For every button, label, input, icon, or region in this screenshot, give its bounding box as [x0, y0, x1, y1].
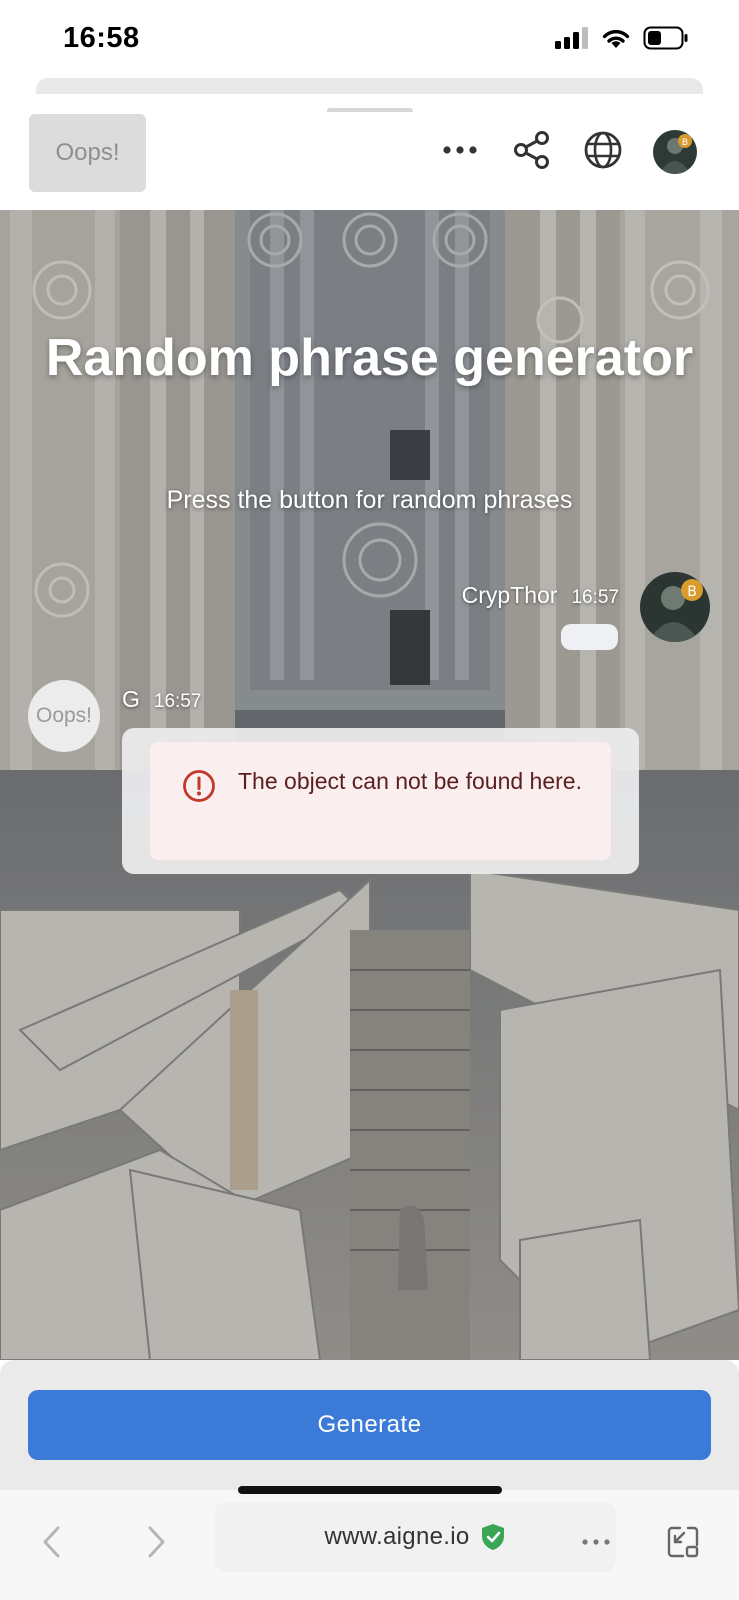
verified-icon	[481, 1524, 504, 1550]
bot-message-card: The object can not be found here.	[122, 728, 639, 874]
status-bar: 16:58	[0, 0, 739, 80]
bot-message-time: 16:57	[153, 691, 202, 712]
page-subtitle: Press the button for random phrases	[166, 486, 573, 514]
minimize-icon	[667, 1526, 699, 1558]
error-message: The object can not be found here.	[238, 768, 582, 794]
browser-toolbar: www.aigne.io	[0, 1490, 739, 1600]
status-icons	[555, 26, 689, 50]
url-text: www.aigne.io	[324, 1523, 470, 1550]
home-indicator[interactable]	[238, 1486, 502, 1494]
user-message-time: 16:57	[571, 587, 619, 608]
bot-message-meta: G 16:57	[122, 686, 201, 713]
svg-text:B: B	[682, 138, 688, 148]
svg-text:B: B	[687, 584, 697, 600]
minimize-button[interactable]	[663, 1522, 703, 1562]
app-header: Oops! B	[0, 112, 739, 210]
more-options-button[interactable]	[436, 126, 484, 174]
battery-icon	[643, 26, 688, 50]
share-icon	[514, 131, 549, 169]
wifi-icon	[602, 29, 630, 48]
bot-name: G	[122, 686, 140, 712]
language-button[interactable]	[579, 126, 627, 174]
share-button[interactable]	[508, 126, 556, 174]
generate-button[interactable]: Generate	[28, 1390, 711, 1460]
forward-icon	[148, 1526, 165, 1558]
user-avatar[interactable]: B	[640, 572, 710, 642]
page-title: Random phrase generator	[45, 329, 694, 387]
browser-more-button[interactable]	[576, 1522, 616, 1562]
avatar-image: B	[653, 130, 697, 174]
app-logo[interactable]: Oops!	[29, 114, 146, 192]
user-message-meta: CrypThor 16:57	[462, 582, 619, 609]
forward-button[interactable]	[136, 1522, 176, 1562]
error-alert: The object can not be found here.	[150, 742, 611, 860]
signal-icon	[555, 27, 588, 49]
more-icon	[443, 146, 477, 154]
more-icon	[582, 1539, 610, 1545]
error-icon	[183, 770, 215, 802]
profile-avatar[interactable]: B	[653, 130, 697, 174]
globe-icon	[584, 131, 622, 169]
footer: Generate	[0, 1360, 739, 1490]
bot-avatar[interactable]: Oops!	[28, 680, 100, 752]
user-message-bubble	[561, 624, 618, 650]
background-scene: Random phrase generator Press the button…	[0, 210, 739, 1360]
address-bar[interactable]: www.aigne.io	[214, 1502, 616, 1572]
user-name: CrypThor	[461, 582, 558, 608]
user-avatar-image: B	[640, 572, 710, 642]
status-time: 16:58	[63, 22, 140, 54]
back-button[interactable]	[32, 1522, 72, 1562]
back-icon	[43, 1526, 60, 1558]
